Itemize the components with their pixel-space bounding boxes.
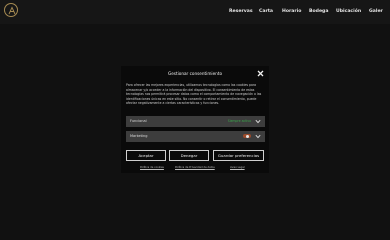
restaurant-logo[interactable] bbox=[4, 3, 18, 17]
nav-link-bodega[interactable]: Bodega bbox=[309, 9, 328, 15]
consent-description: Para ofrecer las mejores experiencias, u… bbox=[126, 83, 262, 106]
close-icon[interactable] bbox=[257, 70, 264, 77]
accordion-funcional[interactable]: Funcional Siempre activo bbox=[126, 116, 265, 127]
modal-title: Gestionar consentimiento bbox=[167, 71, 223, 76]
privacy-policy-link[interactable]: Política de Privacidad de datos bbox=[175, 166, 215, 170]
cookie-policy-link[interactable]: Política de cookies bbox=[140, 166, 164, 170]
nav-link-galeria[interactable]: Galer bbox=[369, 9, 383, 15]
accept-button[interactable]: Aceptar bbox=[126, 150, 166, 161]
page: Reservas Carta Horario Bodega Ubicación … bbox=[0, 0, 390, 240]
legal-notice-link[interactable]: Aviso Legal bbox=[230, 166, 245, 170]
deny-button[interactable]: Denegar bbox=[169, 150, 209, 161]
accordion-marketing[interactable]: Marketing bbox=[126, 131, 265, 142]
toggle-knob bbox=[246, 134, 249, 138]
logo-monogram-icon bbox=[8, 6, 16, 15]
nav-link-reservas[interactable]: Reservas bbox=[229, 9, 253, 15]
nav-link-ubicacion[interactable]: Ubicación bbox=[336, 9, 361, 15]
marketing-toggle[interactable] bbox=[243, 134, 251, 138]
accordion-label: Marketing bbox=[130, 134, 148, 138]
always-active-status: Siempre activo bbox=[227, 119, 251, 123]
chevron-down-icon[interactable] bbox=[255, 119, 261, 124]
nav-link-carta[interactable]: Carta bbox=[259, 9, 273, 15]
save-preferences-button[interactable]: Guardar preferencias bbox=[213, 150, 264, 161]
accordion-label: Funcional bbox=[130, 119, 147, 123]
consent-footer-links: Política de cookies Política de Privacid… bbox=[0, 166, 390, 171]
nav-link-horario[interactable]: Horario bbox=[282, 9, 301, 15]
top-navbar: Reservas Carta Horario Bodega Ubicación … bbox=[0, 0, 390, 24]
chevron-down-icon[interactable] bbox=[255, 134, 261, 139]
